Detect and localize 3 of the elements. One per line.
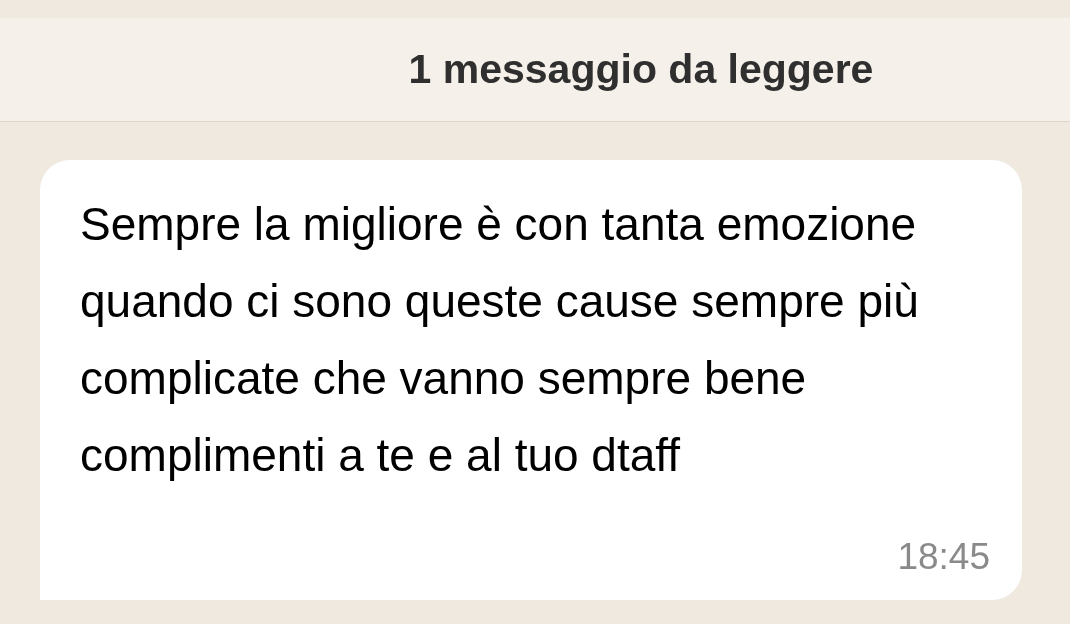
banner-text: 1 messaggio da leggere: [408, 44, 874, 94]
message-time: 18:45: [897, 534, 990, 579]
message-text: Sempre la migliore è con tanta emozione quando ci sono queste cause sempre più complicate che vanno sempre bene complimenti a te e al tuo dtaff: [80, 197, 920, 483]
